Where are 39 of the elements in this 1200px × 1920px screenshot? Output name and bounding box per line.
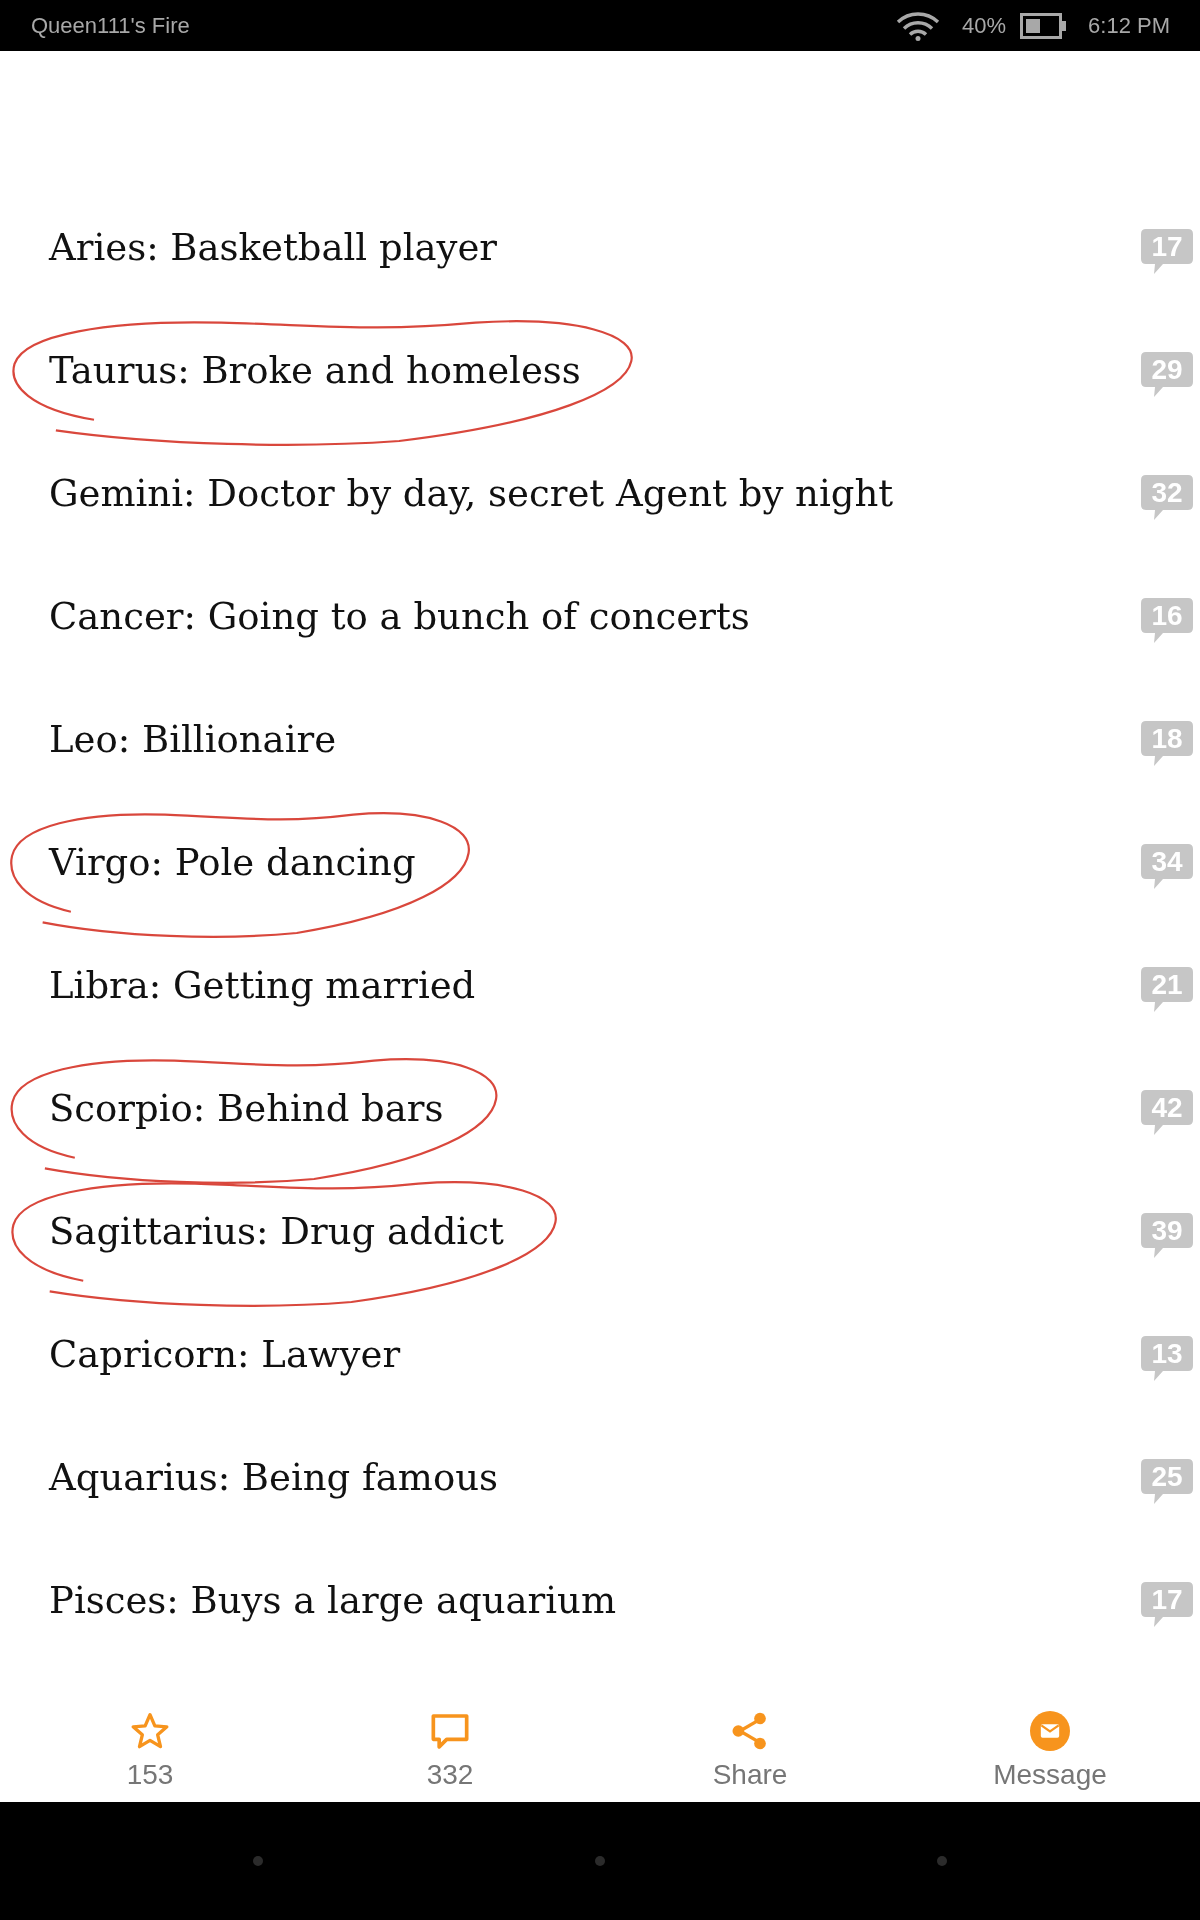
list-item-text: Gemini: Doctor by day, secret Agent by night bbox=[49, 471, 894, 516]
list-item-text: Virgo: Pole dancing bbox=[49, 840, 416, 885]
list-item-text: Libra: Getting married bbox=[49, 963, 476, 1008]
speech-bubble-icon bbox=[430, 1711, 470, 1751]
list-item-text: Leo: Billionaire bbox=[49, 717, 337, 762]
list-item-text: Cancer: Going to a bunch of concerts bbox=[49, 594, 750, 639]
comment-count-badge: 17 bbox=[1141, 1582, 1193, 1627]
list-item-text: Scorpio: Behind bars bbox=[49, 1086, 444, 1131]
list-item-text: Pisces: Buys a large aquarium bbox=[49, 1578, 617, 1623]
comments-button[interactable]: 332 bbox=[412, 1705, 488, 1797]
comment-count-badge: 18 bbox=[1141, 721, 1193, 766]
star-icon bbox=[130, 1711, 170, 1751]
comment-count-badge: 39 bbox=[1141, 1213, 1193, 1258]
wifi-icon bbox=[896, 10, 940, 41]
battery-percentage: 40% bbox=[962, 12, 1007, 39]
comment-count-badge: 25 bbox=[1141, 1459, 1193, 1504]
message-button[interactable]: Message bbox=[979, 1705, 1121, 1797]
comment-count-badge: 16 bbox=[1141, 598, 1193, 643]
comment-count-badge: 17 bbox=[1141, 229, 1193, 274]
nav-dot-icon[interactable] bbox=[595, 1856, 605, 1866]
comment-count-badge: 42 bbox=[1141, 1090, 1193, 1135]
clock: 6:12 PM bbox=[1088, 12, 1170, 39]
favorite-button[interactable]: 153 bbox=[112, 1705, 188, 1797]
list-item-text: Capricorn: Lawyer bbox=[49, 1332, 401, 1377]
nav-dot-icon[interactable] bbox=[253, 1856, 263, 1866]
envelope-icon bbox=[1030, 1711, 1070, 1751]
comment-count-badge: 32 bbox=[1141, 475, 1193, 520]
comment-count-badge: 13 bbox=[1141, 1336, 1193, 1381]
share-button[interactable]: Share bbox=[698, 1705, 802, 1797]
list-item-text: Sagittarius: Drug addict bbox=[49, 1209, 504, 1254]
list-item-text: Taurus: Broke and homeless bbox=[49, 348, 581, 393]
comment-count-badge: 29 bbox=[1141, 352, 1193, 397]
list-item-text: Aries: Basketball player bbox=[49, 225, 497, 270]
battery-icon bbox=[1020, 12, 1067, 39]
comment-count-badge: 21 bbox=[1141, 967, 1193, 1012]
list-item-text: Aquarius: Being famous bbox=[49, 1455, 498, 1500]
device-name: Queen111's Fire bbox=[31, 12, 190, 39]
comment-count-badge: 34 bbox=[1141, 844, 1193, 889]
nav-dot-icon[interactable] bbox=[937, 1856, 947, 1866]
